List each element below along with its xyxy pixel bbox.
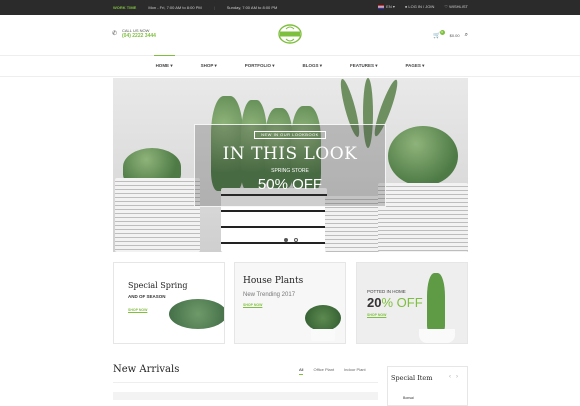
special-item-box	[387, 366, 468, 406]
chevron-right-icon[interactable]: ›	[456, 374, 458, 380]
phone-number[interactable]: (04) 2222 3444	[122, 33, 156, 39]
site-header: ✆ CALL US NOW (04) 2222 3444 🛒 0 $0.00 ⌕	[0, 15, 580, 55]
banner-discount: 20% OFF	[367, 295, 423, 310]
slider-dots	[284, 238, 298, 242]
language-selector[interactable]: EN ▾	[378, 4, 395, 9]
banner-subtitle: AND OF SEASON	[128, 294, 166, 299]
phone-icon: ✆	[112, 30, 118, 37]
banner-title: House Plants	[243, 276, 304, 286]
hero-tag: NEW IN OUR LOOKBOOK	[254, 131, 326, 139]
plant-image	[305, 305, 341, 331]
banner-subtitle: New Trending 2017	[243, 292, 296, 298]
nav-home[interactable]: HOME ▾	[153, 55, 175, 69]
tab-all[interactable]: All	[299, 367, 304, 375]
pot-image	[311, 329, 335, 341]
cactus-image	[388, 126, 458, 186]
pot-image	[115, 178, 200, 252]
cart-count-badge: 0	[439, 30, 445, 35]
shop-now-link[interactable]: SHOP NOW	[243, 303, 262, 307]
special-item-nav: ‹ ›	[449, 374, 458, 380]
plant-image	[169, 299, 224, 329]
banner-house-plants[interactable]: House Plants New Trending 2017 SHOP NOW	[234, 262, 346, 344]
chevron-left-icon[interactable]: ‹	[449, 374, 451, 380]
nav-shop[interactable]: SHOP ▾	[199, 63, 219, 69]
tab-indoor-plant[interactable]: Indoor Plant	[344, 367, 366, 375]
cart-icon[interactable]: 🛒 0	[433, 30, 445, 39]
shop-now-link[interactable]: SHOP NOW	[367, 313, 386, 317]
banner-potted-in-home[interactable]: POTTED IN HOME 20% OFF SHOP NOW	[356, 262, 468, 344]
call-us: ✆ CALL US NOW (04) 2222 3444	[112, 28, 156, 39]
weekday-hours: Mon - Fri, 7:00 AM to 8:00 PM	[148, 5, 202, 10]
banner-label: POTTED IN HOME	[367, 289, 406, 294]
shop-now-link[interactable]: SHOP NOW	[128, 308, 147, 312]
pot-image	[419, 329, 455, 343]
work-time-label: WORK TIME	[113, 5, 137, 10]
slider-dot-2[interactable]	[294, 238, 298, 242]
main-nav: HOME ▾ SHOP ▾ PORTFOLIO ▾ BLOGS ▾ FEATUR…	[0, 55, 580, 77]
hero-title: IN THIS LOOK	[222, 144, 358, 164]
top-bar: WORK TIME Mon - Fri, 7:00 AM to 8:00 PM …	[0, 0, 580, 15]
search-icon[interactable]: ⌕	[465, 32, 468, 39]
banner-title: Special Spring	[128, 281, 188, 290]
new-arrivals-title: New Arrivals	[113, 364, 180, 375]
product-card[interactable]	[113, 392, 378, 400]
slider-dot-1[interactable]	[284, 238, 288, 242]
divider: |	[213, 5, 215, 10]
tab-office-plant[interactable]: Office Plant	[313, 367, 334, 375]
nav-portfolio[interactable]: PORTFOLIO ▾	[243, 63, 277, 69]
sunday-hours: Sunday, 7:00 AM to 8:00 PM	[226, 5, 278, 10]
wishlist-link[interactable]: ♡ WISHLIST	[444, 4, 468, 9]
nav-blogs[interactable]: BLOGS ▾	[301, 63, 325, 69]
nav-features[interactable]: FEATURES ▾	[348, 63, 379, 69]
site-logo[interactable]	[277, 24, 303, 44]
pot-image	[378, 183, 468, 252]
login-link[interactable]: ● LOG IN / JOIN	[405, 4, 435, 9]
divider	[113, 382, 378, 383]
new-arrivals-tabs: All Office Plant Indoor Plant	[299, 367, 366, 375]
hero-subtitle: SPRING STORE	[271, 168, 309, 174]
special-item-name[interactable]: Bonsai	[403, 396, 414, 400]
cactus-image	[427, 273, 445, 331]
special-item-title: Special Item	[391, 374, 433, 382]
nav-pages[interactable]: PAGES ▾	[403, 63, 426, 69]
uk-flag-icon	[378, 4, 385, 9]
banner-special-spring[interactable]: Special Spring AND OF SEASON SHOP NOW	[113, 262, 225, 344]
cart-total[interactable]: $0.00	[450, 33, 460, 38]
hero-offer: 50% OFF	[257, 176, 323, 193]
